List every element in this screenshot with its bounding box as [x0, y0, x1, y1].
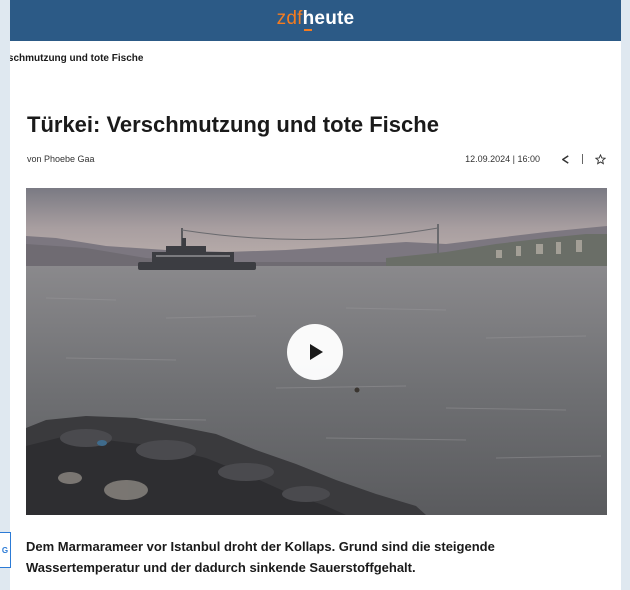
article-meta: 12.09.2024 | 16:00: [465, 152, 607, 166]
play-button[interactable]: [287, 324, 343, 380]
zdfheute-logo[interactable]: zdfheute: [10, 8, 621, 30]
browser-frame: zdfheute rschmutzung und tote Fische Tür…: [0, 0, 630, 590]
article-page: rschmutzung und tote Fische Türkei: Vers…: [10, 41, 621, 590]
side-badge[interactable]: G: [0, 532, 11, 568]
meta-divider: [582, 154, 583, 164]
site-header: zdfheute: [10, 0, 621, 41]
article-summary: Dem Marmarameer vor Istanbul droht der K…: [26, 539, 495, 575]
logo-heute: heute: [302, 8, 355, 29]
star-icon[interactable]: [593, 152, 607, 166]
logo-zdf: zdf: [276, 8, 303, 29]
article-date: 12.09.2024 | 16:00: [465, 154, 540, 164]
article-author: von Phoebe Gaa: [27, 154, 95, 164]
play-icon: [310, 344, 323, 360]
share-icon[interactable]: [558, 152, 572, 166]
right-margin: [621, 0, 630, 590]
article-title: Türkei: Verschmutzung und tote Fische: [27, 112, 439, 137]
video-player[interactable]: [26, 188, 607, 515]
breadcrumb[interactable]: rschmutzung und tote Fische: [10, 53, 143, 64]
